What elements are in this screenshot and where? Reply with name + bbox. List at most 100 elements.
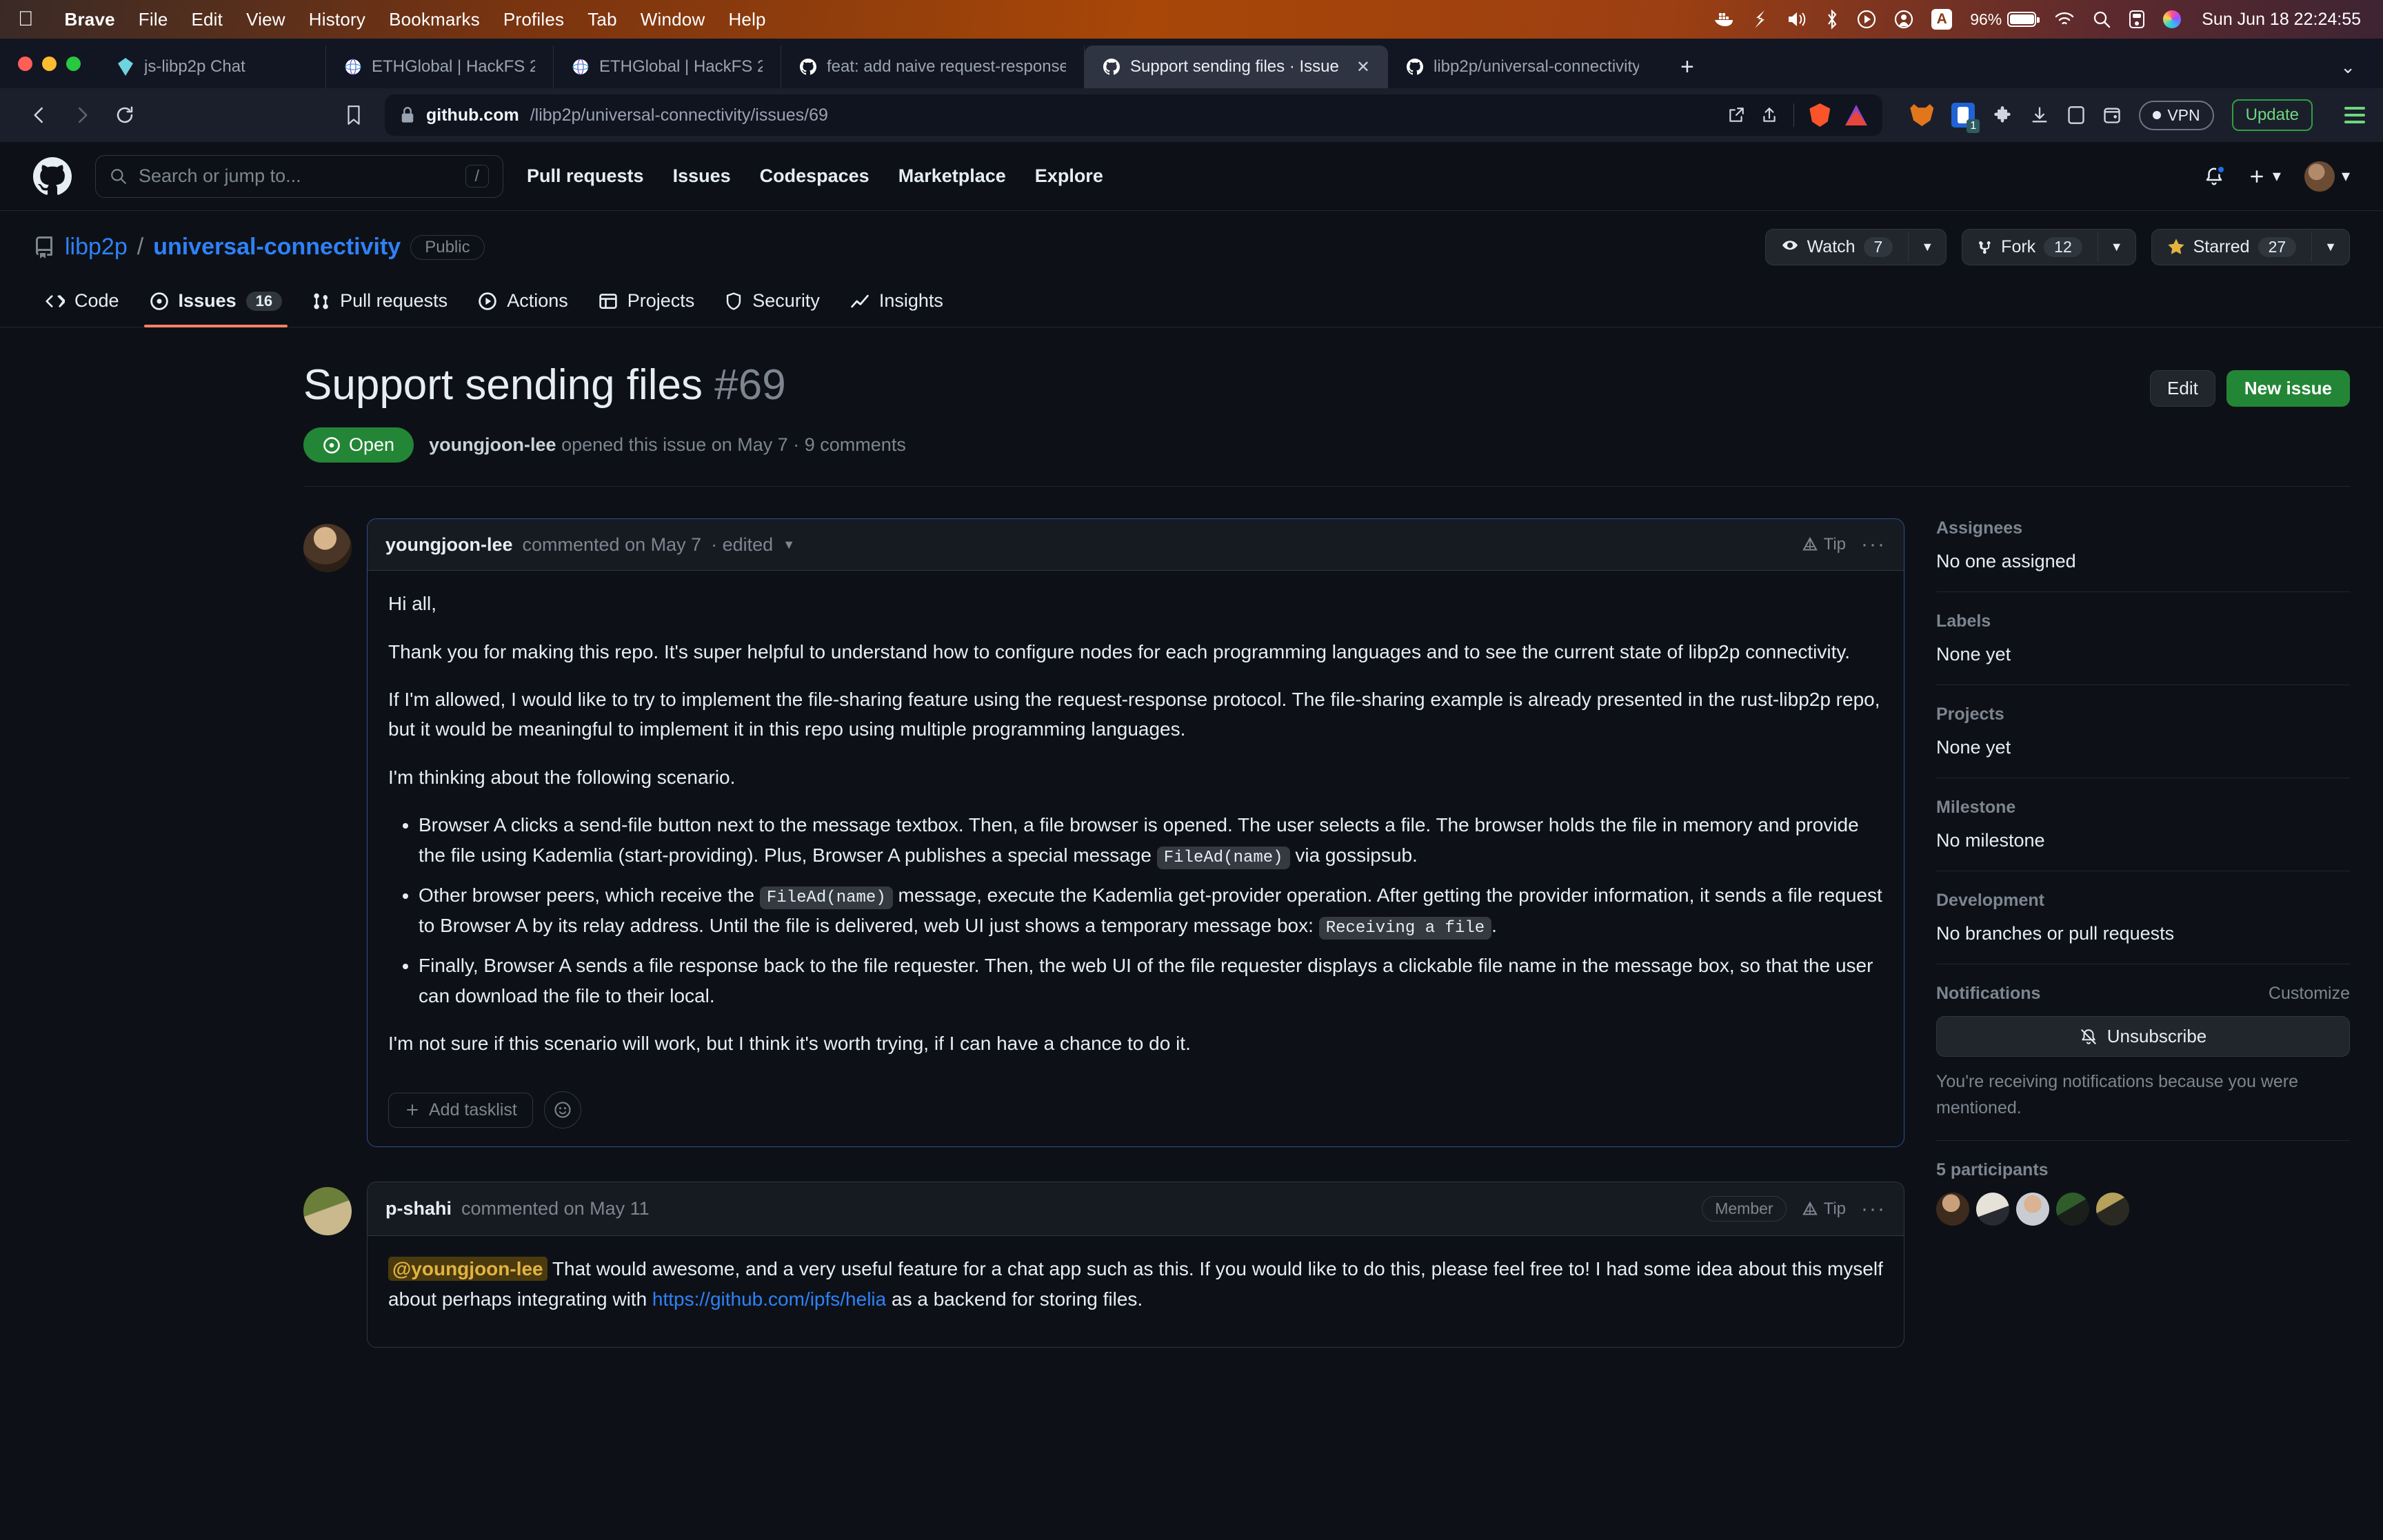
comment-author[interactable]: p-shahi [385,1198,452,1219]
menu-view[interactable]: View [234,9,297,30]
volume-icon[interactable] [1787,10,1807,28]
play-circle-icon[interactable] [1857,10,1876,29]
sidebar-section-title[interactable]: Milestone [1936,798,2350,818]
address-bar[interactable]: github.com/libp2p/universal-connectivity… [385,94,1883,136]
browser-tab-ethglobal-1[interactable]: ETHGlobal | HackFS 2023 [326,45,554,88]
minimize-window-button[interactable] [42,56,57,71]
open-external-icon[interactable] [1727,106,1745,124]
keyboard-input-icon[interactable]: A [1931,9,1953,30]
bluetooth-icon[interactable] [1825,9,1839,30]
menu-brave[interactable]: Brave [53,9,127,30]
repo-tab-code[interactable]: Code [33,281,132,327]
close-window-button[interactable] [18,56,32,71]
siri-icon[interactable] [2163,10,2182,28]
menu-window[interactable]: Window [629,9,717,30]
menu-profiles[interactable]: Profiles [492,9,576,30]
external-link[interactable]: https://github.com/ipfs/helia [652,1288,886,1310]
watch-button-group[interactable]: Watch 7 ▼ [1764,229,1947,265]
sidebar-section-title[interactable]: Projects [1936,705,2350,725]
control-center-icon[interactable] [2129,10,2145,29]
brave-shields-icon[interactable] [1809,103,1831,127]
repo-tab-issues[interactable]: Issues 16 [137,281,295,327]
star-button-group[interactable]: Starred 27 ▼ [2151,229,2350,265]
menu-file[interactable]: File [127,9,180,30]
search-input[interactable]: Search or jump to... / [95,154,503,198]
apple-menu-icon[interactable]:  [18,9,34,30]
extension-with-badge-icon[interactable]: 1 [1951,103,1980,133]
user-mention[interactable]: @youngjoon-lee [388,1257,547,1281]
battery-icon[interactable]: 96% [1970,10,2040,29]
wifi-icon[interactable] [2054,11,2075,28]
update-button[interactable]: Update [2231,99,2313,131]
brave-rewards-icon[interactable] [1845,105,1868,125]
avatar[interactable] [1936,1193,1969,1226]
fork-button[interactable]: Fork 12 [1962,230,2098,265]
avatar[interactable] [2016,1193,2049,1226]
new-issue-button[interactable]: New issue [2226,370,2350,407]
comment-edited-label[interactable]: · edited [711,534,773,556]
menu-history[interactable]: History [297,9,377,30]
comment-menu-icon[interactable]: ··· [1861,1197,1886,1221]
create-new-menu[interactable]: ▾ [2248,166,2281,186]
avatar[interactable] [303,524,352,573]
watch-dropdown-icon[interactable]: ▼ [1908,232,1946,262]
nav-codespaces[interactable]: Codespaces [760,165,869,187]
sidebar-section-title[interactable]: Development [1936,891,2350,911]
avatar[interactable] [1976,1193,2009,1226]
metamask-extension-icon[interactable] [1910,104,1934,126]
screenshot-icon[interactable] [1894,10,1913,29]
bookmark-icon[interactable] [332,94,375,136]
star-dropdown-icon[interactable]: ▼ [2311,232,2349,262]
browser-menu-icon[interactable] [2344,107,2365,123]
browser-tab-js-libp2p-chat[interactable]: js-libp2p Chat [99,45,326,88]
menu-tab[interactable]: Tab [576,9,629,30]
new-tab-button[interactable]: + [1657,45,1718,88]
nav-issues[interactable]: Issues [673,165,731,187]
avatar[interactable] [303,1187,352,1236]
menu-help[interactable]: Help [716,9,777,30]
avatar[interactable] [2096,1193,2129,1226]
repo-tab-actions[interactable]: Actions [465,281,581,327]
user-avatar-menu[interactable]: ▾ [2304,161,2350,192]
avatar[interactable] [2056,1193,2089,1226]
browser-tab-ethglobal-2[interactable]: ETHGlobal | HackFS 2023 [554,45,781,88]
repo-tab-pull-requests[interactable]: Pull requests [300,281,460,327]
comment-author[interactable]: youngjoon-lee [385,534,513,556]
vpn-button[interactable]: VPN [2139,100,2214,130]
comment-menu-icon[interactable]: ··· [1861,533,1886,556]
add-tasklist-button[interactable]: Add tasklist [388,1092,533,1128]
brave-wallet-icon[interactable] [2103,105,2121,125]
sidebar-section-title[interactable]: Assignees [1936,518,2350,538]
docker-whale-icon[interactable] [1713,10,1734,28]
github-logo-icon[interactable] [33,156,72,196]
menu-bookmarks[interactable]: Bookmarks [377,9,492,30]
downloads-icon[interactable] [2030,105,2049,125]
browser-tab-universal-connectivity[interactable]: libp2p/universal-connectivity [1388,45,1657,88]
starred-button[interactable]: Starred 27 [2152,230,2312,265]
add-reaction-icon[interactable] [543,1091,581,1129]
issue-author[interactable]: youngjoon-lee [429,434,556,455]
repo-owner-link[interactable]: libp2p [65,234,128,261]
tab-search-icon[interactable]: ⌄ [2340,45,2383,88]
fork-dropdown-icon[interactable]: ▼ [2097,232,2135,262]
nav-explore[interactable]: Explore [1035,165,1103,187]
tip-button[interactable]: Tip [1802,535,1846,554]
browser-tab-feat-request-response[interactable]: feat: add naive request-response fo [781,45,1085,88]
notifications-bell-icon[interactable] [2204,164,2226,187]
repo-tab-security[interactable]: Security [712,281,832,327]
nav-pull-requests[interactable]: Pull requests [527,165,644,187]
edit-button[interactable]: Edit [2150,370,2215,407]
watch-button[interactable]: Watch 7 [1766,230,1909,265]
menu-edit[interactable]: Edit [179,9,234,30]
sidebar-toggle-icon[interactable] [2067,105,2085,125]
sidebar-section-title[interactable]: Labels [1936,611,2350,631]
puzzle-extensions-icon[interactable] [1993,105,2012,125]
chevron-down-icon[interactable]: ▼ [783,538,795,552]
unsubscribe-button[interactable]: Unsubscribe [1936,1016,2350,1057]
forward-button[interactable] [61,94,103,136]
tip-button[interactable]: Tip [1802,1199,1846,1219]
repo-tab-insights[interactable]: Insights [838,281,956,327]
repo-name-link[interactable]: universal-connectivity [153,234,401,261]
maximize-window-button[interactable] [66,56,81,71]
zoom-icon[interactable] [1752,10,1769,29]
